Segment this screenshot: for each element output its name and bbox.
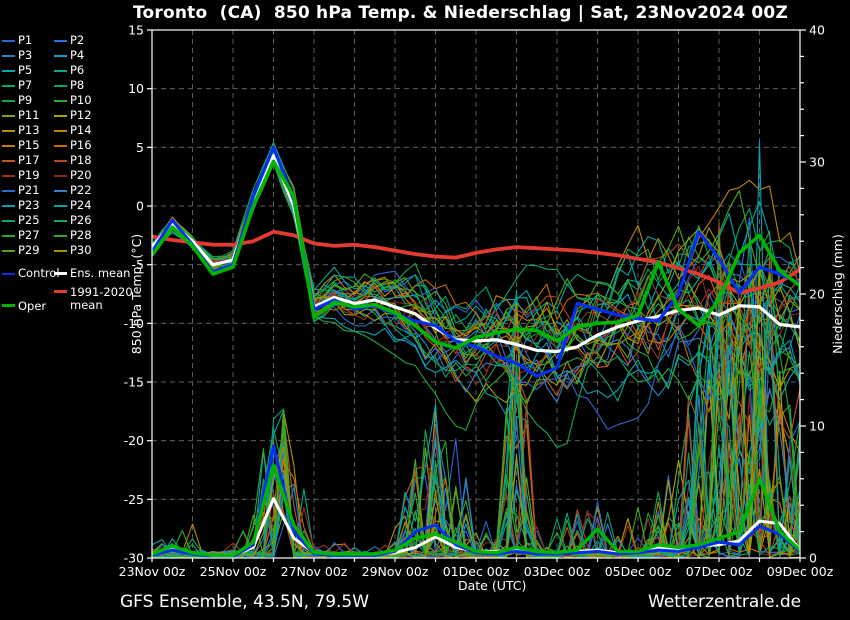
member-temp-line-p23 — [152, 159, 800, 416]
precip-tick-label: 30 — [809, 155, 825, 170]
right-axis-label: Niederschlag (mm) — [830, 204, 846, 384]
x-axis-label: Date (UTC) — [458, 578, 526, 593]
date-tick-label: 01Dec 00z — [443, 564, 510, 579]
date-tick-label: 09Dec 00z — [767, 564, 834, 579]
date-tick-label: 27Nov 00z — [281, 564, 348, 579]
footer-site-name: Wetterzentrale.de — [648, 592, 801, 612]
date-tick-label: 07Dec 00z — [686, 564, 753, 579]
footer-model-info: GFS Ensemble, 43.5N, 79.5W — [120, 592, 369, 612]
temp-tick-label: 5 — [136, 140, 144, 155]
temp-tick-label: -20 — [124, 433, 144, 448]
precip-tick-label: 20 — [809, 287, 825, 302]
date-tick-label: 23Nov 00z — [119, 564, 186, 579]
date-tick-label: 03Dec 00z — [524, 564, 591, 579]
meteogram-panel: Toronto (CA) 850 hPa Temp. & Niederschla… — [0, 0, 850, 620]
ensemble-chart: 151050-5-10-15-20-25-3001020304023Nov 00… — [0, 0, 850, 620]
temp-tick-label: -25 — [124, 492, 144, 507]
precip-tick-label: 40 — [809, 23, 825, 38]
date-tick-label: 05Dec 00z — [605, 564, 672, 579]
date-tick-label: 25Nov 00z — [200, 564, 267, 579]
left-axis-label: 850 hPa Temp. (°C) — [129, 204, 145, 384]
temp-tick-label: 15 — [128, 23, 144, 38]
precip-tick-label: 10 — [809, 419, 825, 434]
temp-tick-label: 10 — [128, 81, 144, 96]
date-tick-label: 29Nov 00z — [362, 564, 429, 579]
